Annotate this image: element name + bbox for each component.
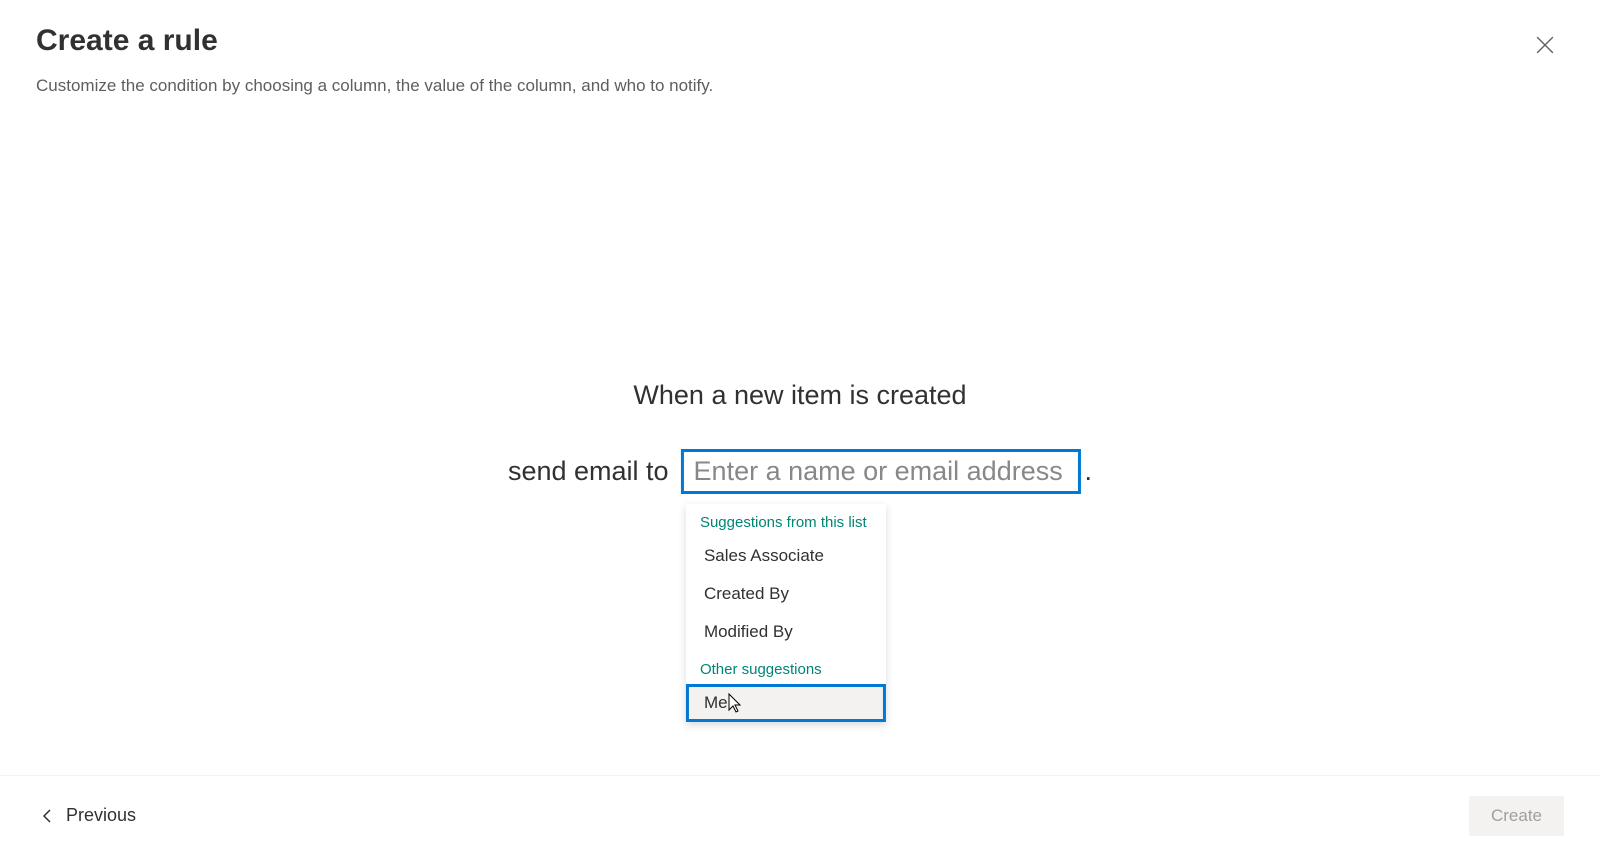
dropdown-item-modified-by[interactable]: Modified By xyxy=(686,613,886,651)
dropdown-item-created-by[interactable]: Created By xyxy=(686,575,886,613)
page-title: Create a rule xyxy=(36,24,1564,58)
condition-text: When a new item is created xyxy=(508,380,1092,411)
dialog-header: Create a rule Customize the condition by… xyxy=(0,0,1600,96)
create-button[interactable]: Create xyxy=(1469,796,1564,836)
close-button[interactable] xyxy=(1530,30,1560,63)
page-subtitle: Customize the condition by choosing a co… xyxy=(36,76,1564,96)
previous-label: Previous xyxy=(66,805,136,826)
close-icon xyxy=(1536,36,1554,54)
email-input[interactable] xyxy=(681,449,1081,494)
dropdown-header-list: Suggestions from this list xyxy=(686,504,886,537)
dropdown-item-me[interactable]: Me xyxy=(686,684,886,722)
dialog-footer: Previous Create xyxy=(0,775,1600,855)
rule-content: When a new item is created send email to… xyxy=(508,380,1092,494)
send-label: send email to xyxy=(508,456,669,487)
chevron-left-icon xyxy=(40,808,56,824)
send-row: send email to . Suggestions from this li… xyxy=(508,449,1092,494)
suggestions-dropdown: Suggestions from this list Sales Associa… xyxy=(686,504,886,722)
dropdown-item-sales-associate[interactable]: Sales Associate xyxy=(686,537,886,575)
dropdown-header-other: Other suggestions xyxy=(686,651,886,684)
sentence-period: . xyxy=(1085,456,1093,487)
previous-button[interactable]: Previous xyxy=(36,797,140,834)
